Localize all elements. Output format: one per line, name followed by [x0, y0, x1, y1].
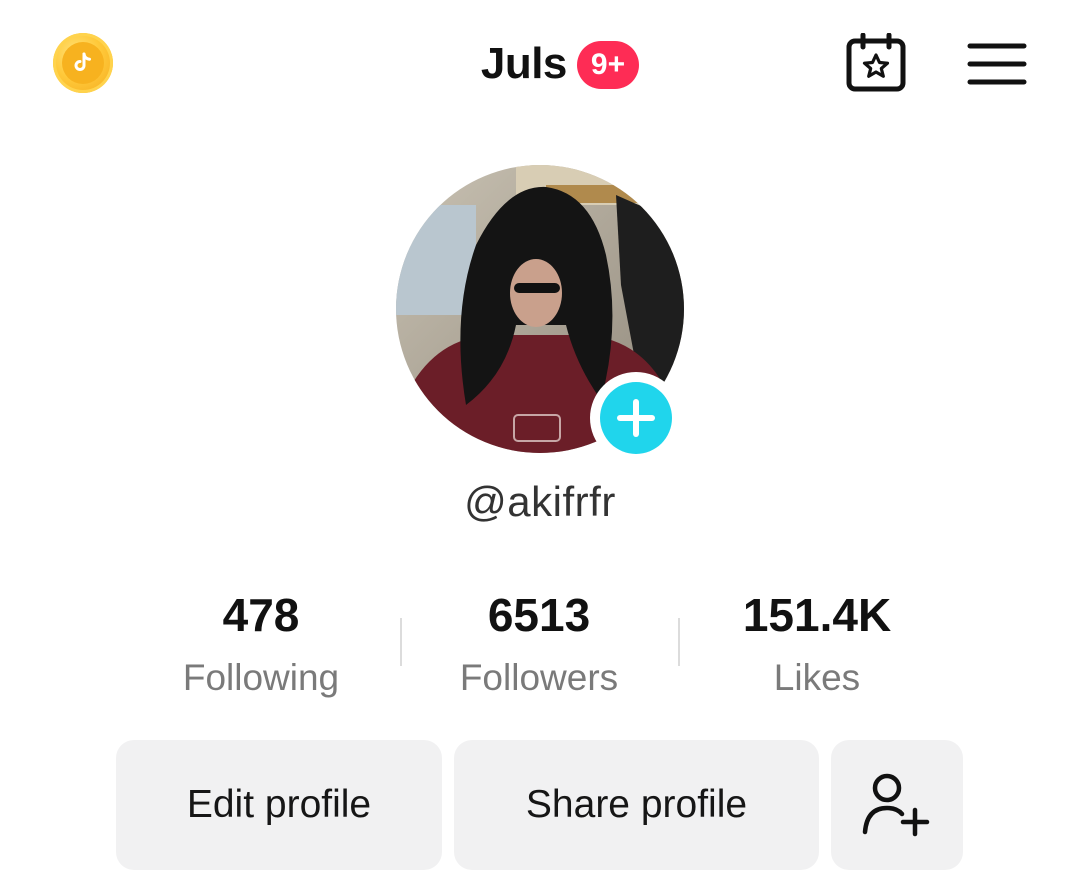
add-friend-icon — [862, 773, 930, 837]
stat-value: 6513 — [487, 589, 591, 641]
stat-divider — [400, 618, 402, 666]
stat-following[interactable]: 478 Following — [122, 588, 400, 708]
hamburger-menu-icon — [967, 43, 1027, 85]
stat-followers[interactable]: 6513 Followers — [400, 588, 678, 708]
edit-profile-button[interactable]: Edit profile — [116, 740, 442, 870]
add-avatar-button[interactable] — [590, 372, 682, 464]
share-profile-label: Share profile — [525, 783, 748, 826]
edit-profile-label: Edit profile — [186, 783, 372, 826]
stat-label: Followers — [459, 657, 619, 698]
username: @akifrfr — [464, 478, 616, 525]
add-friend-button[interactable] — [831, 740, 963, 870]
stat-value: 478 — [222, 589, 300, 641]
stat-label: Following — [182, 657, 340, 698]
notification-badge: 9+ — [576, 41, 640, 89]
stat-likes[interactable]: 151.4K Likes — [678, 588, 956, 708]
stat-value: 151.4K — [742, 589, 892, 641]
plus-icon — [600, 382, 672, 454]
stat-divider — [678, 618, 680, 666]
stat-label: Likes — [773, 657, 861, 698]
calendar-star-icon — [846, 33, 906, 92]
profile-header: Juls 9+ — [0, 36, 1080, 92]
menu-button[interactable] — [962, 36, 1032, 92]
profile-title[interactable]: Juls — [481, 39, 568, 89]
calendar-button[interactable] — [842, 32, 910, 94]
share-profile-button[interactable]: Share profile — [454, 740, 819, 870]
profile-stats: 478 Following 6513 Followers 151.4K Like… — [122, 588, 958, 708]
